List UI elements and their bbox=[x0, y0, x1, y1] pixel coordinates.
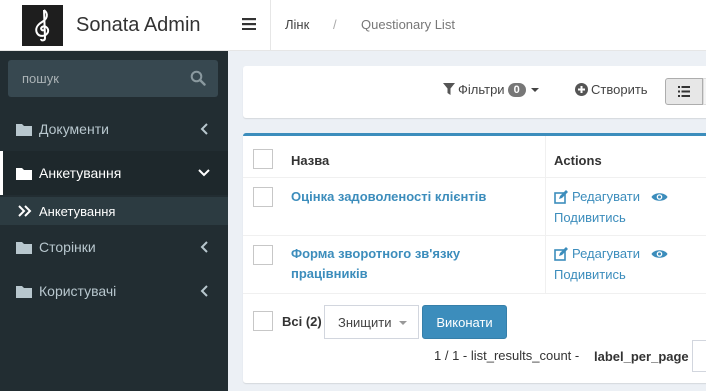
double-chevron-right-icon bbox=[18, 205, 32, 217]
list-view-button[interactable] bbox=[665, 78, 703, 105]
per-page-label: label_per_page bbox=[594, 349, 689, 364]
edit-label: Редагувати bbox=[572, 246, 641, 261]
folder-icon bbox=[16, 167, 32, 180]
treble-clef-logo-icon bbox=[22, 4, 63, 46]
chevron-down-icon bbox=[198, 169, 210, 177]
batch-action-select[interactable]: Знищити bbox=[324, 305, 419, 339]
sidebar-item-pages[interactable]: Сторінки bbox=[0, 225, 228, 269]
create-label: Створить bbox=[591, 82, 648, 97]
filter-icon bbox=[443, 83, 455, 95]
row-name-link[interactable]: Форма зворотного зв'язку працівників bbox=[291, 244, 521, 284]
column-divider bbox=[545, 136, 546, 293]
view-action[interactable]: Подивитись bbox=[554, 210, 626, 225]
sidebar-subitem-label: Анкетування bbox=[39, 203, 116, 219]
folder-icon bbox=[16, 285, 32, 298]
caret-down-icon bbox=[530, 87, 539, 92]
sidebar-search bbox=[8, 60, 218, 97]
sidebar-subitem-surveys[interactable]: Анкетування bbox=[0, 197, 228, 225]
view-action[interactable]: Подивитись bbox=[554, 267, 626, 282]
chevron-left-icon bbox=[200, 123, 208, 135]
sidebar-item-label: Анкетування bbox=[39, 165, 122, 181]
row-divider bbox=[243, 177, 706, 178]
sidebar: Документи Анкетування Анкетування Сторін… bbox=[0, 51, 228, 391]
chevron-left-icon bbox=[200, 285, 208, 297]
plus-circle-icon bbox=[575, 83, 588, 96]
breadcrumb-link[interactable]: Лінк bbox=[285, 17, 309, 32]
list-icon bbox=[678, 86, 690, 97]
breadcrumb-current: Questionary List bbox=[361, 17, 455, 32]
sidebar-item-documents[interactable]: Документи bbox=[0, 107, 228, 151]
list-toolbar: Фільтри 0 Створить bbox=[243, 66, 706, 118]
row-divider bbox=[243, 293, 706, 294]
sidebar-item-label: Документи bbox=[39, 121, 109, 137]
logo-area[interactable]: Sonata Admin bbox=[0, 0, 228, 51]
chevron-left-icon bbox=[200, 241, 208, 253]
search-icon[interactable] bbox=[190, 70, 206, 86]
all-count-label: Всі (2) bbox=[282, 314, 322, 329]
list-table-box: Назва Actions Оцінка задоволеності клієн… bbox=[243, 133, 706, 383]
app-title: Sonata Admin bbox=[76, 13, 201, 36]
column-header-actions: Actions bbox=[554, 153, 602, 168]
edit-icon bbox=[554, 189, 568, 204]
search-input[interactable] bbox=[8, 70, 184, 87]
pager-info: 1 / 1 - list_results_count - bbox=[434, 348, 580, 363]
execute-button[interactable]: Виконати bbox=[422, 305, 507, 339]
edit-action[interactable]: Редагувати bbox=[554, 189, 640, 204]
filters-button[interactable]: Фільтри 0 bbox=[443, 82, 539, 97]
row-checkbox[interactable] bbox=[253, 245, 273, 265]
row-checkbox[interactable] bbox=[253, 187, 273, 207]
folder-icon bbox=[16, 123, 32, 136]
per-page-select[interactable] bbox=[692, 340, 706, 372]
hamburger-menu-icon[interactable] bbox=[242, 18, 256, 30]
sidebar-item-label: Користувачі bbox=[39, 283, 117, 299]
eye-icon[interactable] bbox=[651, 248, 668, 260]
filters-label: Фільтри bbox=[458, 82, 505, 97]
eye-icon[interactable] bbox=[651, 191, 668, 203]
folder-icon bbox=[16, 241, 32, 254]
breadcrumb-separator: / bbox=[333, 17, 337, 32]
header-divider bbox=[270, 0, 271, 50]
sidebar-item-label: Сторінки bbox=[39, 239, 96, 255]
batch-action-value: Знищити bbox=[338, 314, 392, 330]
create-button[interactable]: Створить bbox=[575, 82, 648, 97]
row-name-link[interactable]: Оцінка задоволеності клієнтів bbox=[291, 187, 521, 207]
filters-count-badge: 0 bbox=[507, 82, 526, 97]
column-header-name[interactable]: Назва bbox=[291, 153, 329, 168]
batch-all-checkbox[interactable] bbox=[253, 311, 273, 331]
select-all-checkbox[interactable] bbox=[253, 149, 273, 169]
top-header: Лінк / Questionary List bbox=[228, 0, 706, 51]
edit-icon bbox=[554, 246, 568, 261]
sidebar-item-users[interactable]: Користувачі bbox=[0, 269, 228, 313]
edit-action[interactable]: Редагувати bbox=[554, 246, 640, 261]
row-divider bbox=[243, 235, 706, 236]
edit-label: Редагувати bbox=[572, 189, 641, 204]
sidebar-item-surveys[interactable]: Анкетування bbox=[0, 151, 228, 195]
caret-down-icon bbox=[399, 321, 407, 325]
